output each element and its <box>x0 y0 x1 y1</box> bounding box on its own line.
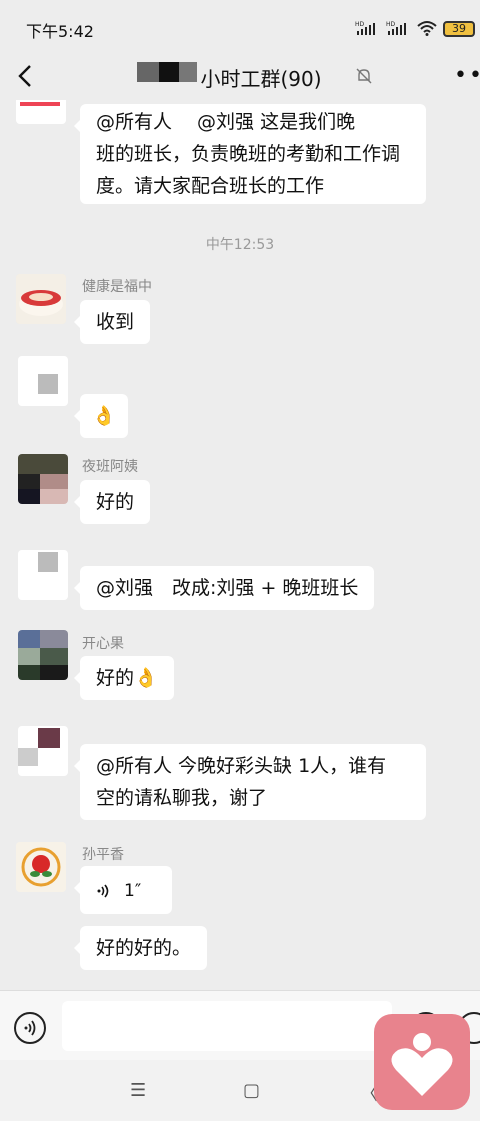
avatar[interactable] <box>18 630 68 680</box>
avatar[interactable] <box>18 454 68 504</box>
sender-name: 夜班阿姨 <box>82 459 138 475</box>
svg-text:HD: HD <box>355 21 365 28</box>
chat-area[interactable]: @所有人 @刘强 这是我们晚 班的班长，负责晚班的考勤和工作调 度。请大家配合班… <box>0 100 480 990</box>
chat-title: 小时工群(90) <box>200 67 322 91</box>
cake-avatar-image <box>16 274 66 324</box>
floating-app-icon[interactable] <box>374 1014 470 1110</box>
message-bubble[interactable]: 收到 <box>73 300 151 344</box>
message-bubble[interactable]: @刘强 改成:刘强 + 晚班班长 <box>73 566 375 610</box>
signal-icon: HD <box>355 21 375 35</box>
avatar[interactable] <box>18 356 68 406</box>
home-icon[interactable]: ▢ <box>243 1080 260 1101</box>
avatar-blur <box>38 374 58 394</box>
message-bubble[interactable]: 好的 <box>73 480 151 524</box>
heart-person-icon <box>391 1033 453 1096</box>
sender-name: 孙平香 <box>82 847 124 863</box>
avatar[interactable] <box>16 100 66 124</box>
message-bubble[interactable]: @所有人 今晚好彩头缺 1人，谁有 空的请私聊我，谢了 <box>74 744 426 820</box>
voice-duration: 1″ <box>124 881 142 901</box>
message-text: @刘强 改成:刘强 + 晚班班长 <box>96 577 359 599</box>
voice-input-button[interactable] <box>14 1012 46 1044</box>
battery-icon: 39 <box>443 21 475 37</box>
message-bubble[interactable]: 好的好的。 <box>73 926 208 970</box>
message-text: 度。请大家配合班长的工作 <box>96 175 325 197</box>
message-text: @所有人 今晚好彩头缺 1人，谁有 <box>96 755 387 777</box>
more-icon[interactable]: ••• <box>454 65 480 87</box>
menu-icon[interactable]: ☰ <box>130 1080 146 1101</box>
message-bubble[interactable]: 好的👌 <box>74 656 174 700</box>
message-text: 收到 <box>96 311 135 333</box>
avatar[interactable] <box>16 842 66 892</box>
timestamp: 中午12:53 <box>205 237 275 253</box>
message-text: 好的👌 <box>96 667 158 689</box>
svg-text:HD: HD <box>386 21 396 28</box>
sender-name: 开心果 <box>82 636 124 652</box>
message-input[interactable] <box>62 1001 392 1051</box>
message-text: @所有人 @刘强 这是我们晚 <box>96 111 356 133</box>
voice-icon <box>97 883 109 898</box>
status-bar: 下午5:42 HD HD 39 <box>0 0 480 52</box>
avatar[interactable] <box>16 274 66 324</box>
flower-avatar-image <box>16 842 66 892</box>
chat-header: 小时工群(90) ••• <box>0 52 480 100</box>
sender-name: 健康是福中 <box>82 279 152 295</box>
message-emoji: 👌 <box>92 405 116 427</box>
voice-message[interactable]: 1″ <box>74 866 172 914</box>
avatar[interactable] <box>18 550 68 600</box>
message-bubble[interactable]: @所有人 @刘强 这是我们晚 班的班长，负责晚班的考勤和工作调 度。请大家配合班… <box>74 104 426 204</box>
message-text: 班的班长，负责晚班的考勤和工作调 <box>96 143 401 165</box>
signal-icon: HD <box>386 21 406 35</box>
mute-icon <box>356 68 372 84</box>
avatar[interactable] <box>18 726 68 776</box>
message-bubble[interactable]: 👌 <box>74 394 128 438</box>
message-text: 空的请私聊我，谢了 <box>96 787 268 809</box>
wifi-icon <box>417 21 437 36</box>
status-time: 下午5:42 <box>26 22 94 41</box>
message-text: 好的好的。 <box>96 937 192 959</box>
avatar-logo <box>20 102 60 106</box>
voice-icon <box>24 1020 36 1036</box>
message-text: 好的 <box>96 491 135 513</box>
